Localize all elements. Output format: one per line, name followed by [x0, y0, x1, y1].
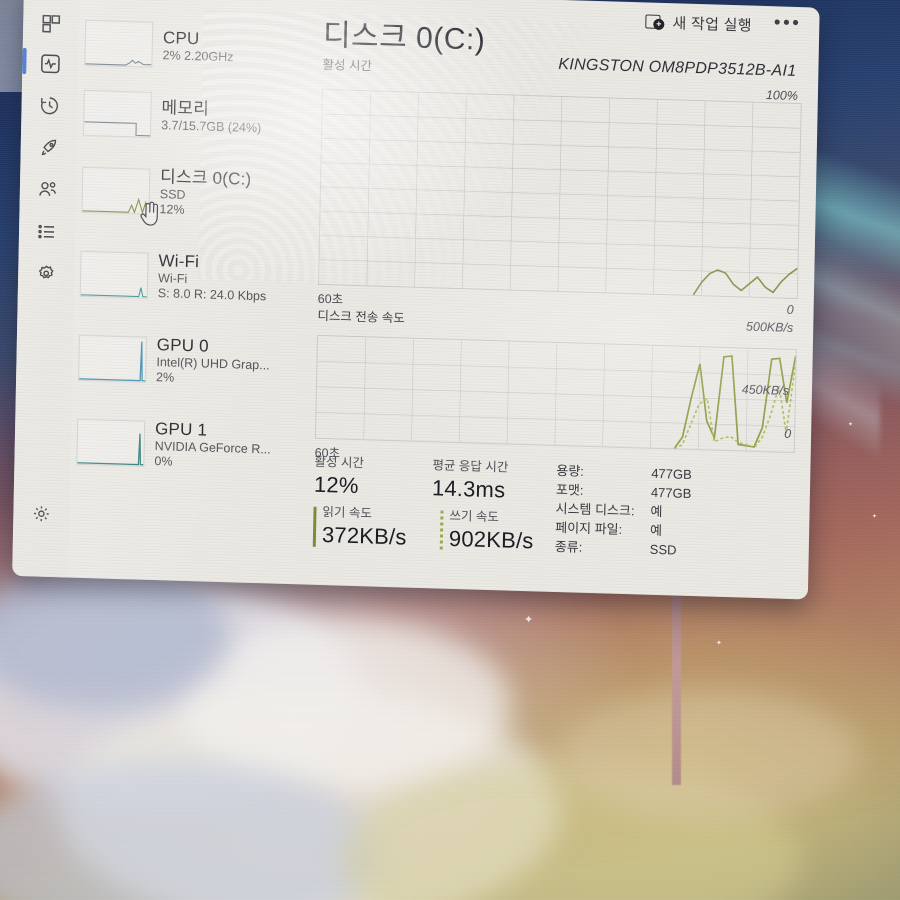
- taskbar-sliver: [0, 0, 24, 92]
- wallpaper-star-2: ✦: [716, 640, 722, 647]
- wallpaper-star-3: ✦: [848, 422, 854, 428]
- gear-icon: [31, 503, 51, 524]
- list-item-text: GPU 0 Intel(R) UHD Grap... 2%: [156, 335, 270, 388]
- transfer-rate-max-label: 500KB/s: [745, 319, 794, 335]
- list-item-title: 메모리: [161, 97, 210, 119]
- active-time-graph: [318, 88, 802, 300]
- list-item-title: 디스크 0(C:): [159, 167, 252, 189]
- memory-sparkline-thumbnail: [82, 89, 152, 138]
- resource-list: CPU 2% 2.20GHz 메모리 3.7/15.7GB (24%) 디스크 …: [70, 8, 311, 491]
- active-time-max-label: 100%: [765, 88, 799, 104]
- people-icon: [37, 178, 59, 201]
- avg-response-stat-value: 14.3ms: [431, 475, 506, 503]
- sidebar-item-details[interactable]: [29, 214, 66, 249]
- list-item-wifi[interactable]: Wi-Fi Wi-Fi S: 8.0 R: 24.0 Kbps: [73, 232, 307, 323]
- sidebar-item-services[interactable]: [28, 256, 65, 291]
- detail-pane: 디스크 0(C:) 활성 시간 KINGSTON OM8PDP3512B-AI1…: [314, 19, 803, 475]
- gpu1-sparkline-thumbnail: [76, 418, 146, 467]
- cpu-sparkline-thumbnail: [84, 19, 154, 68]
- clock-icon: [38, 94, 60, 117]
- list-item-title: CPU: [162, 27, 200, 48]
- list-item-value: 12%: [159, 202, 185, 217]
- write-speed-stat: 쓰기 속도 902KB/s: [439, 508, 542, 555]
- read-speed-stat: 읽기 속도 372KB/s: [312, 504, 415, 551]
- transfer-rate-plot: [316, 337, 796, 451]
- avg-response-stat: 평균 응답 시간 14.3ms: [432, 457, 525, 504]
- active-time-min-label: 0: [786, 302, 794, 317]
- stats-row-bottom: 읽기 속도 372KB/s 쓰기 속도 902KB/s: [312, 504, 544, 555]
- wallpaper-pole: [672, 585, 681, 785]
- performance-icon: [39, 52, 61, 75]
- ellipsis-icon[interactable]: •••: [774, 12, 802, 34]
- active-time-stat-value: 12%: [313, 471, 359, 499]
- read-speed-value: 372KB/s: [321, 522, 407, 550]
- sidebar-item-performance[interactable]: [32, 46, 69, 81]
- hand-pointer-cursor: [137, 199, 164, 235]
- transfer-rate-graph: 450KB/s: [314, 334, 797, 454]
- detail-key: 페이지 파일:: [555, 519, 623, 537]
- list-item-value: S: 8.0 R: 24.0 Kbps: [157, 286, 267, 304]
- wallpaper-cloud-6: [560, 690, 860, 820]
- wallpaper-star-4: ✦: [872, 514, 878, 520]
- detail-value: 예: [649, 522, 663, 539]
- detail-key: 용량:: [556, 462, 585, 479]
- list-item-gpu1[interactable]: GPU 1 NVIDIA GeForce R... 0%: [70, 400, 304, 491]
- detail-key: 포맷:: [555, 481, 584, 498]
- active-time-stat: 활성 시간 12%: [314, 454, 407, 501]
- write-legend-swatch: [439, 510, 444, 551]
- transfer-rate-current-label: 450KB/s: [741, 382, 790, 398]
- list-item-text: CPU 2% 2.20GHz: [162, 28, 234, 65]
- write-speed-value: 902KB/s: [448, 525, 534, 554]
- disk-details-table: 용량: 포맷: 시스템 디스크: 페이지 파일: 종류: 477GB 477GB…: [555, 461, 732, 561]
- wallpaper-star-1: ✦: [524, 614, 534, 626]
- detail-value: SSD: [649, 541, 677, 558]
- disk-details-values: 477GB 477GB 예 예 SSD: [650, 464, 732, 561]
- detail-key: 종류:: [554, 538, 583, 555]
- settings-button[interactable]: [23, 496, 60, 531]
- list-item-subtitle: 3.7/15.7GB (24%): [161, 117, 262, 135]
- cog-icon: [35, 262, 57, 285]
- list-item-subtitle: 2% 2.20GHz: [162, 47, 234, 64]
- wifi-sparkline-thumbnail: [79, 250, 149, 299]
- transfer-rate-graph-wrap: 디스크 전송 속도 500KB/s 450KB/s 60초 0: [314, 305, 797, 475]
- detail-value: 예: [650, 503, 663, 520]
- rocket-icon: [38, 136, 60, 159]
- run-new-task-label: 새 작업 실행: [672, 14, 753, 35]
- list-item-text: 메모리 3.7/15.7GB (24%): [161, 98, 262, 136]
- detail-value: 477GB: [650, 484, 692, 501]
- run-new-task-button[interactable]: + 새 작업 실행: [637, 8, 760, 39]
- read-legend-swatch: [312, 506, 317, 547]
- list-item-text: 디스크 0(C:) SSD 12%: [159, 167, 251, 220]
- list-item-text: GPU 1 NVIDIA GeForce R... 0%: [154, 419, 271, 472]
- detail-value: 477GB: [651, 465, 692, 483]
- list-item-disk0[interactable]: 디스크 0(C:) SSD 12%: [75, 148, 309, 239]
- gpu0-sparkline-thumbnail: [78, 334, 147, 383]
- detail-key: 시스템 디스크:: [555, 500, 635, 519]
- stats-left-column: 활성 시간 12% 평균 응답 시간 14.3ms 읽기 속도 372KB/s …: [312, 454, 545, 556]
- active-time-plot: [319, 91, 801, 297]
- list-item-text: Wi-Fi Wi-Fi S: 8.0 R: 24.0 Kbps: [158, 251, 267, 304]
- active-time-graph-wrap: 100% 60초 0: [318, 88, 802, 321]
- nav-selection-indicator: [22, 47, 27, 75]
- nav-rail: [12, 0, 80, 578]
- stats-row-top: 활성 시간 12% 평균 응답 시간 14.3ms: [314, 454, 545, 505]
- sidebar-item-users[interactable]: [30, 172, 67, 207]
- task-manager-window: + 새 작업 실행 ••• CPU 2% 2.20GHz 메모리 3.7/15.…: [12, 0, 820, 600]
- sidebar-item-app-history[interactable]: [31, 88, 68, 123]
- list-icon: [36, 220, 58, 243]
- sidebar-item-startup-apps[interactable]: [30, 130, 67, 165]
- disk-details-keys: 용량: 포맷: 시스템 디스크: 페이지 파일: 종류:: [555, 461, 636, 558]
- list-item-gpu0[interactable]: GPU 0 Intel(R) UHD Grap... 2%: [72, 316, 306, 407]
- transfer-rate-min-label: 0: [784, 426, 792, 441]
- stats-area: 활성 시간 12% 평균 응답 시간 14.3ms 읽기 속도 372KB/s …: [312, 454, 795, 563]
- window-plus-icon: +: [645, 13, 665, 31]
- list-item[interactable]: 메모리 3.7/15.7GB (24%): [77, 78, 310, 155]
